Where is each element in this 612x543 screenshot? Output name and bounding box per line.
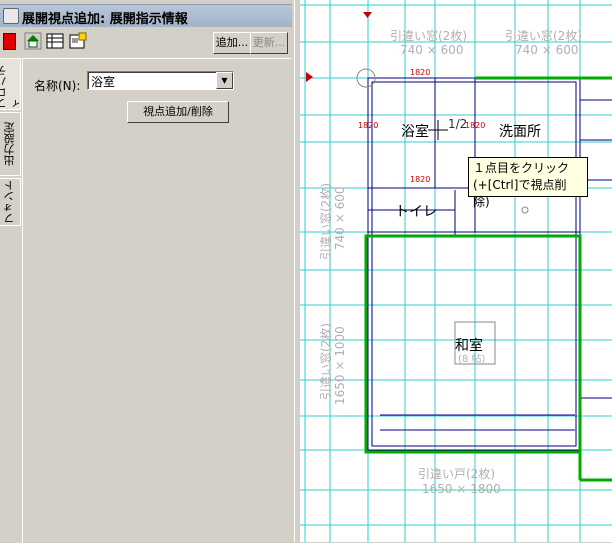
add-button[interactable]: 追加...: [213, 32, 251, 54]
properties-panel: 展開視点追加: 展開指示情報 追加... 更新... プロパティ 出力設定 フォ…: [0, 0, 294, 543]
properties-icon[interactable]: [69, 32, 87, 50]
cursor-label: 1/2: [448, 117, 467, 131]
tab-properties[interactable]: プロパティ: [0, 58, 24, 110]
tab-font[interactable]: フォント: [0, 178, 21, 226]
window-size: 740 × 600: [515, 43, 579, 57]
house-icon[interactable]: [24, 32, 42, 50]
properties-content: 名称(N): 浴室 ▼ 視点追加/削除: [22, 58, 291, 543]
room-toilet: トイレ: [395, 204, 437, 220]
crosshair-cursor: [428, 120, 448, 140]
dimension-label: 1820: [410, 175, 430, 184]
tooltip-line1: １点目をクリック: [473, 161, 570, 175]
panel-titlebar: 展開視点追加: 展開指示情報: [0, 4, 292, 27]
vertical-tabs: プロパティ 出力設定 フォント: [0, 58, 24, 538]
window-size: 1650 × 1000: [333, 326, 347, 405]
name-value: 浴室: [91, 75, 116, 89]
update-button[interactable]: 更新...: [250, 32, 288, 54]
click-tooltip: １点目をクリック (+[Ctrl]で視点削除): [468, 157, 588, 209]
table-icon[interactable]: [46, 32, 64, 50]
window-label: 引違い窓(2枚): [318, 323, 333, 400]
dimension-label: 1820: [410, 68, 430, 77]
chevron-down-icon[interactable]: ▼: [216, 72, 233, 89]
window-labels: 引違い窓(2枚) 740 × 600 引違い窓(2枚) 740 × 600 引違…: [390, 28, 582, 496]
room-washitsu: 和室: [455, 337, 483, 354]
left-marker: [306, 72, 313, 82]
window-size: 740 × 600: [333, 187, 347, 251]
floorplan-drawing: 引違い窓(2枚) 740 × 600 引違い窓(2枚) 740 × 600 引違…: [300, 0, 612, 542]
top-marker: [363, 12, 372, 18]
window-size: 1650 × 1800: [422, 482, 501, 496]
grid: [300, 0, 612, 542]
name-select[interactable]: 浴室 ▼: [87, 71, 234, 90]
red-stop-icon[interactable]: [3, 33, 16, 50]
tooltip-line2: (+[Ctrl]で視点削除): [473, 178, 567, 209]
vertical-window-labels: 引違い窓(2枚) 740 × 600 引違い窓(2枚) 1650 × 1000: [318, 183, 347, 405]
room-bath: 浴室: [401, 123, 429, 140]
panel-title: 展開視点追加: 展開指示情報: [22, 12, 188, 27]
dimension-label: 1820: [358, 121, 378, 130]
window-size: 740 × 600: [400, 43, 464, 57]
window-label: 引違い窓(2枚): [505, 28, 582, 43]
window-label: 引違い戸(2枚): [418, 466, 495, 481]
panel-toolbar: 追加... 更新...: [0, 30, 292, 56]
room-wash: 洗面所: [499, 124, 541, 140]
viewpoint-add-delete-button[interactable]: 視点追加/削除: [127, 101, 229, 123]
room-washitsu-size: (8 帖): [458, 352, 485, 365]
window-label: 引違い窓(2枚): [318, 183, 333, 260]
floorplan-canvas[interactable]: 引違い窓(2枚) 740 × 600 引違い窓(2枚) 740 × 600 引違…: [300, 0, 612, 542]
panel-icon: [3, 8, 19, 24]
name-label: 名称(N):: [34, 79, 81, 93]
window-label: 引違い窓(2枚): [390, 28, 467, 43]
dimension-label: 1820: [465, 121, 485, 130]
tab-output-settings[interactable]: 出力設定: [0, 112, 21, 176]
